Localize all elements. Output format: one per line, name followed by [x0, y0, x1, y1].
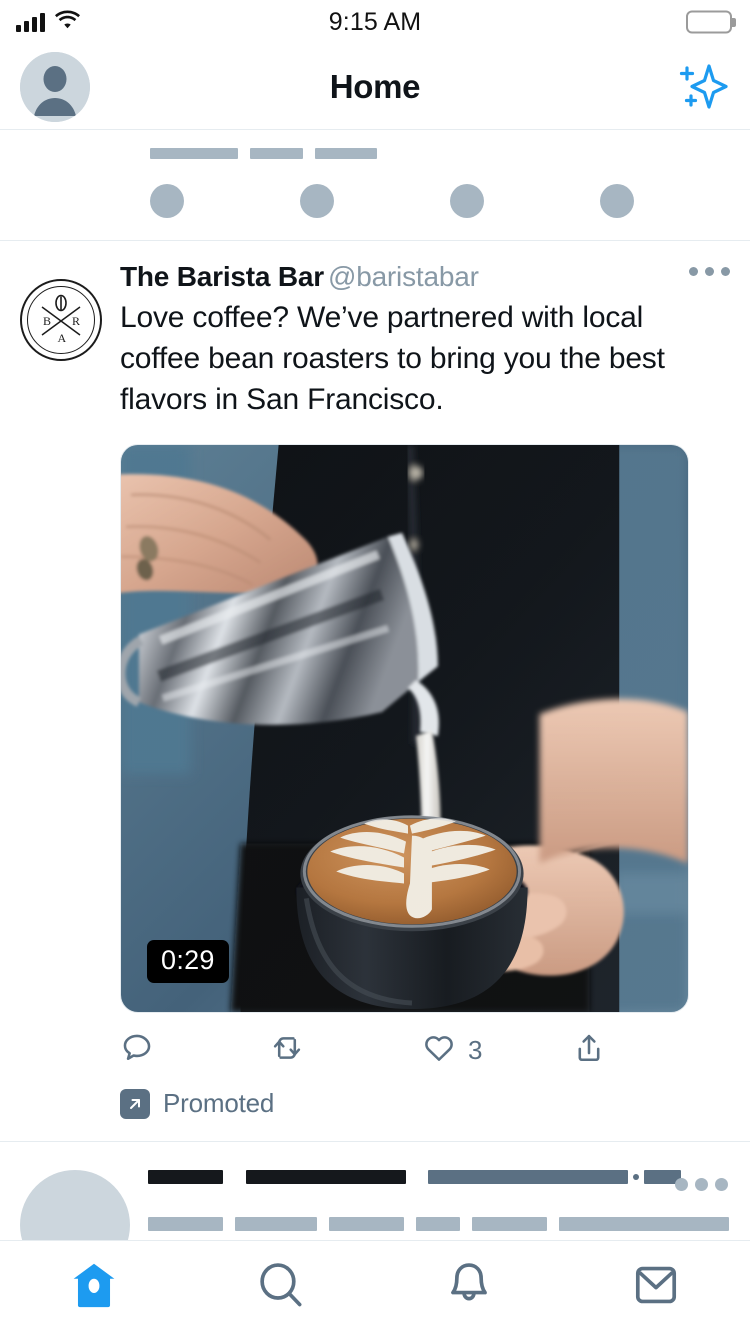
- app-screen: 9:15 AM Home B R A The Barista Bar @bari…: [0, 0, 750, 1334]
- sparkle-icon[interactable]: [674, 59, 730, 115]
- battery-full-icon: [686, 10, 732, 34]
- svg-text:A: A: [58, 331, 67, 345]
- svg-text:B: B: [43, 314, 51, 328]
- skeleton-dot: [300, 184, 334, 218]
- tweet-handle[interactable]: @baristabar: [328, 261, 479, 293]
- skeleton-row-primary: [148, 1170, 730, 1184]
- avatar[interactable]: [20, 51, 90, 122]
- status-bar: 9:15 AM: [0, 0, 750, 44]
- promoted-label: Promoted: [163, 1088, 275, 1118]
- envelope-icon: [630, 1259, 682, 1316]
- promoted-arrow-icon: [120, 1088, 150, 1119]
- skeleton-segment: [329, 1217, 404, 1231]
- svg-text:R: R: [72, 314, 80, 328]
- skeleton-bar: [150, 148, 238, 159]
- skeleton-segment: [416, 1217, 460, 1231]
- user-avatar-placeholder-icon: [20, 51, 90, 122]
- barista-bar-logo-icon: B R A: [20, 279, 102, 361]
- heart-icon: [422, 1031, 456, 1070]
- skeleton-dot: [600, 184, 634, 218]
- skeleton-dot: [150, 184, 184, 218]
- skeleton-segment: [559, 1217, 729, 1231]
- more-options-icon[interactable]: [675, 1178, 728, 1191]
- bottom-tab-bar: [0, 1240, 750, 1334]
- skeleton-segment: [148, 1217, 223, 1231]
- skeleton-segment: [148, 1170, 223, 1184]
- status-bar-left: [16, 10, 80, 34]
- skeleton-bar: [315, 148, 377, 159]
- tweet-card[interactable]: B R A The Barista Bar @baristabar Love c…: [0, 241, 750, 1141]
- tab-search[interactable]: [188, 1241, 376, 1334]
- like-button[interactable]: 3: [422, 1031, 572, 1070]
- tab-messages[interactable]: [563, 1241, 750, 1334]
- reply-button[interactable]: [120, 1031, 270, 1070]
- skeleton-bar-row: [0, 148, 750, 159]
- wifi-icon: [55, 10, 80, 34]
- reply-icon: [120, 1031, 154, 1070]
- home-icon: [68, 1259, 120, 1316]
- skeleton-separator-dot: [633, 1174, 639, 1180]
- video-duration-badge: 0:29: [147, 940, 229, 983]
- cellular-signal-icon: [16, 12, 45, 32]
- search-icon: [255, 1259, 307, 1316]
- tweet-body: The Barista Bar @baristabar Love coffee?…: [108, 261, 730, 1141]
- skeleton-top-section: [0, 130, 750, 241]
- skeleton-segment: [246, 1170, 406, 1184]
- tab-home[interactable]: [0, 1241, 188, 1334]
- tab-notifications[interactable]: [375, 1241, 563, 1334]
- retweet-button[interactable]: [270, 1031, 422, 1070]
- skeleton-dot-row: [0, 184, 750, 218]
- like-count: 3: [468, 1035, 483, 1065]
- coffee-pour-video-thumbnail: [121, 445, 688, 1012]
- skeleton-bar: [250, 148, 303, 159]
- share-button[interactable]: [572, 1031, 650, 1070]
- app-header: Home: [0, 44, 750, 130]
- skeleton-segment: [472, 1217, 547, 1231]
- tweet-text: Love coffee? We’ve partnered with local …: [120, 301, 665, 416]
- skeleton-row-secondary: [148, 1217, 730, 1231]
- retweet-icon: [270, 1031, 304, 1070]
- promoted-indicator[interactable]: Promoted: [120, 1088, 730, 1141]
- page-title: Home: [329, 67, 421, 105]
- status-bar-right: [686, 10, 732, 34]
- more-options-icon[interactable]: [689, 267, 730, 276]
- bell-icon: [443, 1259, 495, 1316]
- skeleton-segment: [235, 1217, 317, 1231]
- tweet-media[interactable]: 0:29: [120, 444, 689, 1013]
- tweet-avatar[interactable]: B R A: [20, 261, 108, 1141]
- skeleton-dot: [450, 184, 484, 218]
- share-icon: [572, 1031, 606, 1070]
- skeleton-segment: [428, 1170, 628, 1184]
- tweet-action-bar: 3: [120, 1031, 650, 1070]
- tweet-header: The Barista Bar @baristabar: [120, 261, 730, 293]
- tweet-display-name[interactable]: The Barista Bar: [120, 261, 324, 293]
- status-bar-clock: 9:15 AM: [328, 7, 422, 36]
